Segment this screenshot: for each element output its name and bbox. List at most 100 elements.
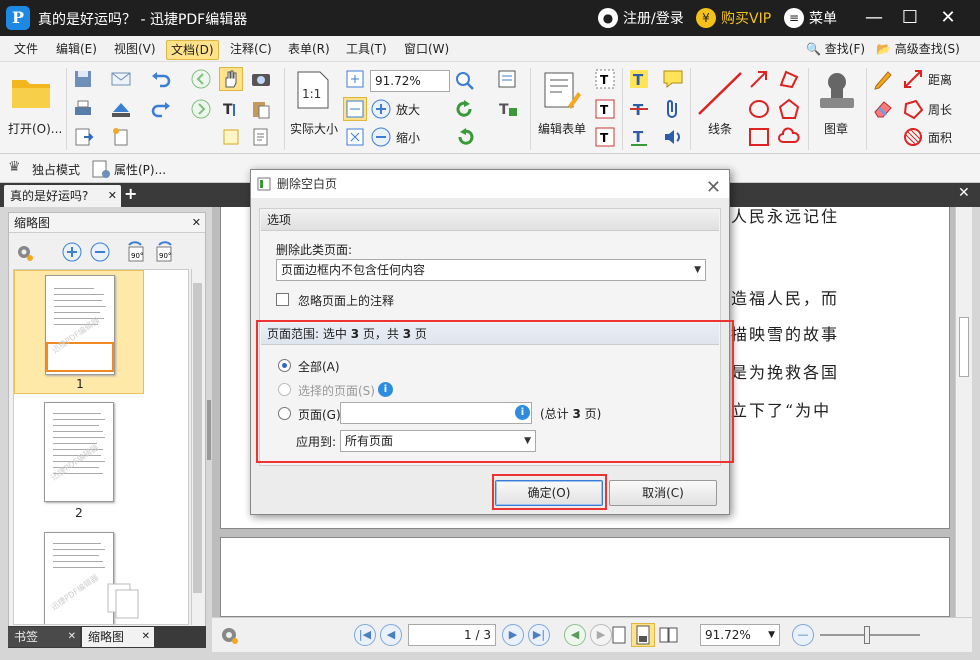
scan-icon[interactable] [110,98,132,120]
menu-view[interactable]: 视图(V) [110,40,160,60]
fit-visible-icon[interactable] [344,126,366,148]
minimize-button[interactable]: — [862,6,886,30]
thumbnail-page-3[interactable]: 迅捷PDF编辑器 [14,530,144,624]
delete-type-select[interactable]: 页面边框内不包含任何内容 ▼ [276,259,706,281]
callout-icon[interactable]: T [594,126,616,148]
cloud-icon[interactable] [778,126,800,148]
tab-thumbnails[interactable]: 缩略图 ✕ [82,627,154,647]
sound-icon[interactable] [662,126,684,148]
rotate-cw-90-icon[interactable]: 90° [153,241,175,263]
cancel-button[interactable]: 取消(C) [609,480,717,506]
dialog-close-icon[interactable]: ✕ [706,174,721,202]
export-icon[interactable] [72,126,94,148]
zoom-slider-thumb[interactable] [864,626,870,644]
polyline-icon[interactable] [778,68,800,90]
properties-button[interactable]: 属性(P)... [90,158,170,180]
login-button[interactable]: ● 注册/登录 [598,8,684,28]
distance-button[interactable]: 距离 [902,68,972,90]
advanced-find-button[interactable]: 📂 高级查找(S) [872,40,964,60]
menu-comment[interactable]: 注释(C) [226,40,276,60]
exclusive-mode-button[interactable]: ♛ 独占模式 [8,158,88,180]
undo-icon[interactable] [150,68,172,90]
form-field-icon[interactable] [496,68,518,90]
last-page-icon[interactable]: ▶| [528,624,550,646]
ellipse-icon[interactable] [748,98,770,120]
rotate-right-icon[interactable] [454,126,476,148]
rectangle-icon[interactable] [748,126,770,148]
fit-page-icon[interactable] [344,68,366,90]
vip-button[interactable]: ¥ 购买VIP [696,8,771,28]
single-page-icon[interactable] [608,624,630,646]
first-page-icon[interactable]: |◀ [354,624,376,646]
zoom-select[interactable]: 91.72% [370,70,450,92]
tab-close-icon[interactable]: ✕ [142,627,150,647]
thumbnail-zoom-out-icon[interactable] [89,241,111,263]
pencil-icon[interactable] [872,68,894,90]
menu-tools[interactable]: 工具(T) [342,40,391,60]
snapshot-icon[interactable] [250,68,272,90]
attachment-icon[interactable] [662,98,684,120]
forward-icon[interactable] [190,98,212,120]
zoom-out-button[interactable]: 缩小 [370,126,430,148]
tab-close-icon[interactable]: ✕ [108,185,117,207]
menu-file[interactable]: 文件 [10,40,42,60]
tab-close-icon[interactable]: ✕ [68,627,76,647]
prev-page-icon[interactable]: ◀ [380,624,402,646]
settings-gear-icon[interactable] [218,624,240,646]
strikeout-icon[interactable]: T [628,98,650,120]
arrow-icon[interactable] [748,68,770,90]
typewriter-icon[interactable]: T [594,68,616,90]
thumbnail-page-2[interactable]: 迅捷PDF编辑器 2 [14,400,144,524]
new-doc-icon[interactable] [110,126,132,148]
ignore-annotations-checkbox[interactable]: 忽略页面上的注释 [276,291,476,309]
open-button[interactable]: 打开(O)... [6,70,64,142]
page-number-input[interactable]: 1 / 3 [408,624,496,646]
annotation-select-icon[interactable] [220,126,242,148]
rotate-ccw-90-icon[interactable]: 90° [125,241,147,263]
menu-edit[interactable]: 编辑(E) [52,40,101,60]
close-window-button[interactable]: ✕ [936,6,960,30]
eraser-icon[interactable] [872,98,894,120]
panel-close-icon[interactable]: ✕ [192,213,201,233]
two-page-icon[interactable] [658,624,680,646]
zoom-magnifier-icon[interactable] [454,70,476,92]
hand-tool-icon[interactable] [219,67,243,91]
back-icon[interactable] [190,68,212,90]
thumbnail-scrollbar[interactable] [191,269,203,625]
status-zoom-select[interactable]: 91.72% ▼ [700,624,780,646]
underline-icon[interactable]: T [628,126,650,148]
document-scrollbar[interactable] [955,207,972,617]
scrollbar-thumb[interactable] [959,317,969,377]
thumbnail-zoom-in-icon[interactable] [61,241,83,263]
document-tab[interactable]: 真的是好运吗? ✕ [4,185,121,207]
page-tool-icon[interactable] [250,126,272,148]
rotate-left-icon[interactable] [454,98,476,120]
edit-form-button[interactable]: 编辑表单 [534,68,590,148]
continuous-page-icon[interactable] [631,623,655,647]
polygon-icon[interactable] [778,98,800,120]
zoom-in-button[interactable]: 放大 [370,98,430,120]
menu-document[interactable]: 文档(D) [166,40,219,60]
area-button[interactable]: 面积 [902,126,972,148]
scrollbar-thumb[interactable] [193,283,202,593]
actual-size-button[interactable]: 1:1 实际大小 [288,68,342,148]
email-icon[interactable] [110,68,132,90]
find-button[interactable]: 🔍 查找(F) [802,40,869,60]
maximize-button[interactable]: ☐ [898,6,922,30]
history-back-icon[interactable]: ◀ [564,624,586,646]
main-menu-button[interactable]: ≡ 菜单 [784,8,837,28]
zoom-slider[interactable] [820,634,920,636]
thumbnail-page-1[interactable]: 迅捷PDF编辑器 1 [14,270,144,394]
perimeter-button[interactable]: 周长 [902,98,972,120]
next-page-icon[interactable]: ▶ [502,624,524,646]
zoom-out-slider-icon[interactable]: — [792,624,814,646]
fit-width-icon[interactable] [343,97,367,121]
panel-splitter[interactable] [207,400,211,460]
tab-bookmarks[interactable]: 书签 ✕ [8,627,80,647]
paste-icon[interactable] [250,98,272,120]
thumbnail-settings-icon[interactable] [13,241,35,263]
note-icon[interactable] [662,68,684,90]
stamp-button[interactable]: 图章 [812,68,862,148]
textbox-icon[interactable]: T [594,98,616,120]
line-tool-button[interactable]: 线条 [694,68,746,148]
